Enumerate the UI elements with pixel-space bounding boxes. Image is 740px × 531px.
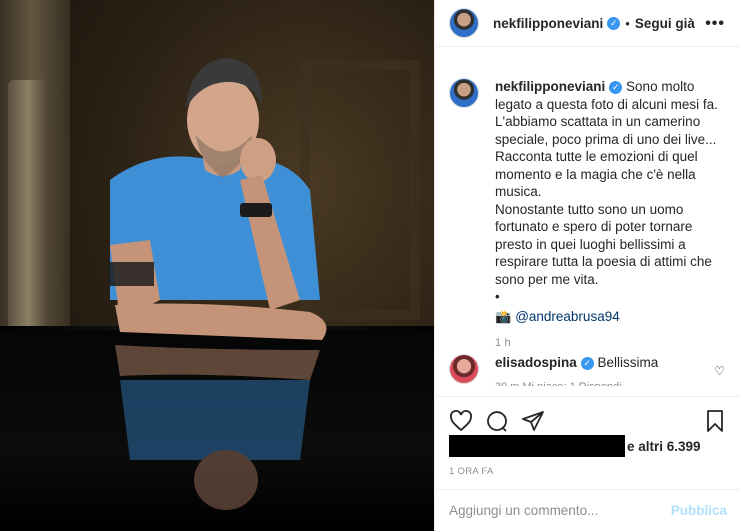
commenter-username[interactable]: elisadospina <box>495 355 577 370</box>
photographer-mention-link[interactable]: @andreabrusa94 <box>515 308 620 326</box>
publish-button[interactable]: Pubblica <box>671 503 727 518</box>
save-bookmark-icon[interactable] <box>703 409 727 433</box>
comment-text: Bellissima <box>597 355 659 370</box>
redacted-likers-block <box>449 435 625 457</box>
author-avatar[interactable] <box>449 8 479 38</box>
comment-meta: 30 m Mi piace: 1 Rispondi <box>495 378 705 386</box>
more-options-icon[interactable]: ••• <box>705 15 725 33</box>
add-comment-input[interactable] <box>449 503 663 518</box>
caption-author-username[interactable]: nekfilipponeviani <box>495 79 605 94</box>
comment-body: elisadospina✓ Bellissima 30 m Mi piace: … <box>495 354 705 386</box>
commenter-avatar[interactable] <box>449 354 479 384</box>
caption-author-avatar[interactable] <box>449 78 479 108</box>
separator-dot: • <box>625 15 630 31</box>
post-header: nekfilipponeviani ✓ • Segui già ••• <box>435 0 740 47</box>
add-comment-bar: Pubblica <box>435 489 740 531</box>
photo-subject-illustration <box>108 58 327 510</box>
likes-summary[interactable]: e altri 6.399 <box>449 435 729 457</box>
likes-count-text[interactable]: e altri 6.399 <box>627 439 701 454</box>
author-username[interactable]: nekfilipponeviani <box>493 16 603 31</box>
comment-bubble-icon[interactable] <box>485 409 509 433</box>
share-paper-plane-icon[interactable] <box>521 409 545 433</box>
like-comment-heart-icon[interactable]: ♡ <box>714 364 725 378</box>
post-photo[interactable] <box>0 0 434 531</box>
commenter-verified-badge-icon: ✓ <box>580 356 594 370</box>
like-heart-icon[interactable] <box>449 409 473 433</box>
post-date: 1 ORA FA <box>449 466 494 477</box>
follow-button[interactable]: Segui già <box>635 16 695 31</box>
caption-mention-line: 📸 @andreabrusa94 <box>495 308 731 326</box>
post-actions <box>435 396 740 436</box>
caption-timestamp: 1 h <box>495 337 511 349</box>
caption-body: nekfilipponeviani ✓ Sono molto legato a q… <box>495 78 731 353</box>
camera-flash-emoji-icon: 📸 <box>495 308 512 324</box>
verified-badge-icon: ✓ <box>607 16 621 30</box>
post-caption: nekfilipponeviani ✓ Sono molto legato a q… <box>449 78 735 353</box>
post-sidebar: nekfilipponeviani ✓ • Segui già ••• nekf… <box>434 0 740 531</box>
caption-text: Sono molto legato a questa foto di alcun… <box>495 79 718 304</box>
comment-item: elisadospina✓ Bellissima 30 m Mi piace: … <box>449 354 739 386</box>
caption-verified-badge-icon: ✓ <box>609 80 623 94</box>
